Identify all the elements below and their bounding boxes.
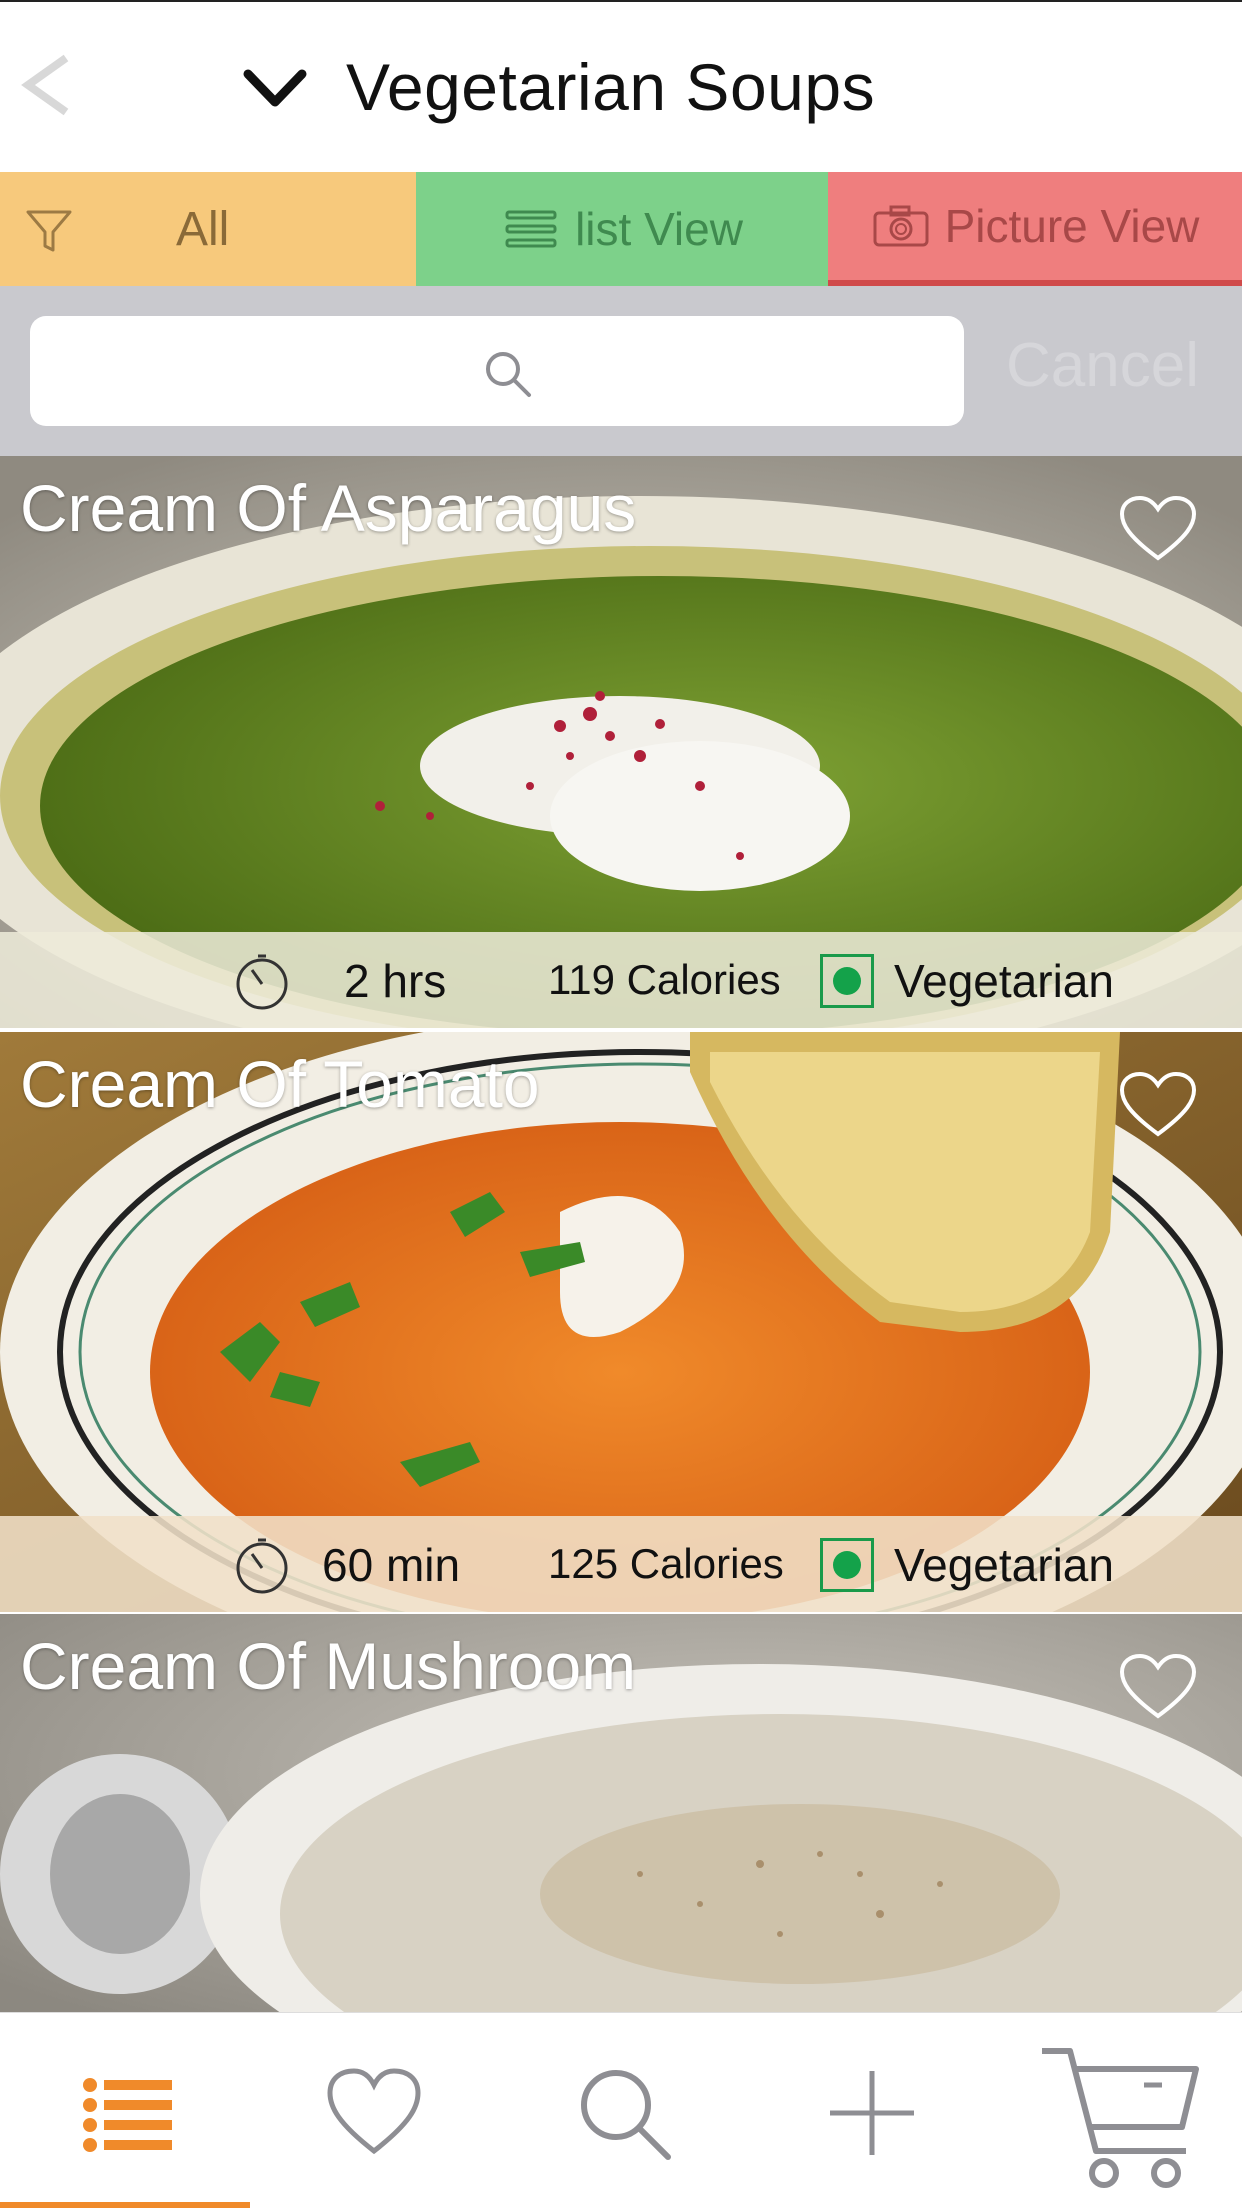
cook-time: 60 min — [322, 1539, 461, 1591]
view-segment-bar: All list View Picture View — [0, 172, 1242, 286]
back-chevron-icon — [21, 54, 69, 116]
recipe-card[interactable]: Cream Of Asparagus 2 hrs 119 Calories Ve… — [0, 456, 1242, 1028]
picture-view-tab[interactable]: Picture View — [828, 172, 1242, 286]
recipe-title: Cream Of Mushroom — [20, 1629, 637, 1703]
heart-icon — [327, 2068, 421, 2155]
calories: 125 Calories — [548, 1540, 784, 1587]
list-view-icon — [505, 210, 557, 248]
active-tab-indicator — [0, 2202, 250, 2208]
recipe-title: Cream Of Asparagus — [20, 471, 637, 545]
tab-add[interactable] — [822, 2063, 922, 2163]
recipe-title: Cream Of Tomato — [20, 1047, 540, 1121]
timer-icon — [236, 954, 288, 1010]
veg-indicator-icon — [820, 954, 874, 1008]
timer-icon — [236, 1538, 288, 1594]
diet-label: Vegetarian — [894, 955, 1114, 1007]
veg-indicator-icon — [820, 1538, 874, 1592]
tab-cart[interactable] — [1036, 2043, 1206, 2193]
list-view-tab[interactable]: list View — [416, 172, 828, 286]
cart-icon — [1042, 2048, 1199, 2188]
cancel-button[interactable]: Cancel — [1006, 330, 1199, 401]
search-icon — [581, 2070, 671, 2160]
recipe-card[interactable]: Cream Of Tomato 60 min 125 Calories Vege… — [0, 1032, 1242, 1612]
filter-icon — [26, 210, 72, 252]
list-view-label: list View — [575, 203, 743, 255]
plus-icon — [830, 2071, 914, 2155]
list-icon — [83, 2078, 172, 2152]
bottom-tab-bar — [0, 2012, 1242, 2208]
recipe-card[interactable]: Cream Of Mushroom — [0, 1614, 1242, 2012]
heart-icon[interactable] — [1118, 1070, 1198, 1140]
heart-icon[interactable] — [1118, 1652, 1198, 1722]
chevron-down-icon — [243, 69, 307, 107]
heart-icon[interactable] — [1118, 494, 1198, 564]
search-input[interactable] — [30, 316, 964, 426]
nav-header: Vegetarian Soups — [0, 0, 1242, 172]
category-selector[interactable]: Vegetarian Soups — [240, 42, 875, 132]
search-field[interactable] — [30, 316, 964, 426]
tab-list[interactable] — [78, 2063, 178, 2163]
cook-time: 2 hrs — [344, 955, 447, 1007]
page-title: Vegetarian Soups — [346, 50, 876, 124]
picture-view-label: Picture View — [944, 200, 1200, 252]
camera-icon — [873, 205, 929, 247]
back-button[interactable] — [18, 50, 78, 120]
recipe-info-strip: 60 min 125 Calories Vegetarian — [0, 1516, 1242, 1612]
filter-all-label: All — [176, 203, 230, 256]
filter-all-button[interactable]: All — [0, 172, 416, 286]
search-bar: Cancel — [0, 286, 1242, 456]
calories: 119 Calories — [548, 956, 781, 1003]
diet-label: Vegetarian — [894, 1539, 1114, 1591]
recipe-info-strip: 2 hrs 119 Calories Vegetarian — [0, 932, 1242, 1028]
tab-search[interactable] — [574, 2063, 674, 2163]
tab-favorites[interactable] — [324, 2063, 424, 2163]
